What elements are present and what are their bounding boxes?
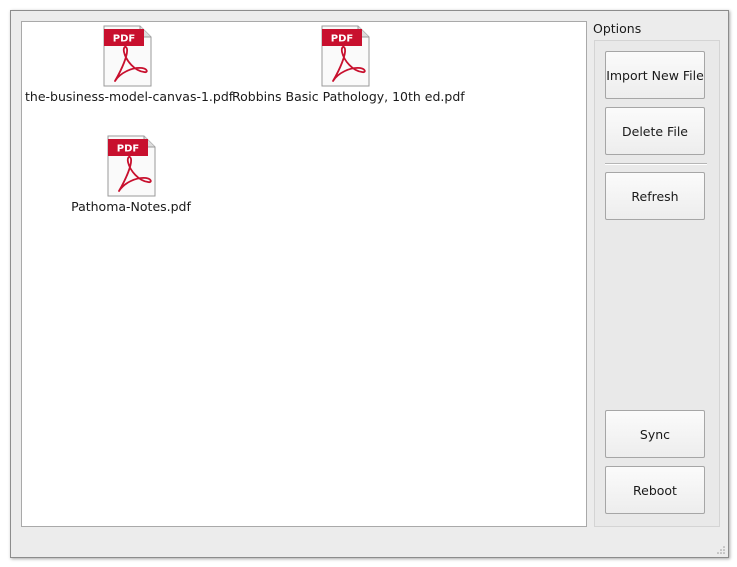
refresh-button[interactable]: Refresh [605, 172, 705, 220]
main-window: PDF the-business-model-canvas-1.pdf PDF … [10, 10, 729, 558]
import-new-file-button[interactable]: Import New File [605, 51, 705, 99]
pdf-file-icon: PDF [107, 135, 156, 197]
options-separator [605, 163, 707, 165]
file-item[interactable]: PDF Robbins Basic Pathology, 10th ed.pdf [232, 25, 465, 104]
reboot-button[interactable]: Reboot [605, 466, 705, 514]
file-browser-area[interactable]: PDF the-business-model-canvas-1.pdf PDF … [21, 21, 587, 527]
delete-file-button[interactable]: Delete File [605, 107, 705, 155]
options-group-label: Options [593, 21, 642, 36]
file-name: the-business-model-canvas-1.pdf [25, 89, 234, 104]
file-item[interactable]: PDF the-business-model-canvas-1.pdf [25, 25, 234, 104]
pdf-file-icon: PDF [321, 25, 370, 87]
file-name: Pathoma-Notes.pdf [71, 199, 191, 214]
svg-text:PDF: PDF [331, 34, 353, 45]
pdf-file-icon: PDF [103, 25, 152, 87]
svg-text:PDF: PDF [113, 34, 135, 45]
resize-grip-icon[interactable] [716, 545, 726, 555]
sync-button[interactable]: Sync [605, 410, 705, 458]
options-panel: Import New File Delete File Refresh Sync… [594, 40, 720, 527]
file-item[interactable]: PDF Pathoma-Notes.pdf [62, 135, 200, 214]
svg-text:PDF: PDF [117, 144, 139, 155]
file-name: Robbins Basic Pathology, 10th ed.pdf [232, 89, 465, 104]
